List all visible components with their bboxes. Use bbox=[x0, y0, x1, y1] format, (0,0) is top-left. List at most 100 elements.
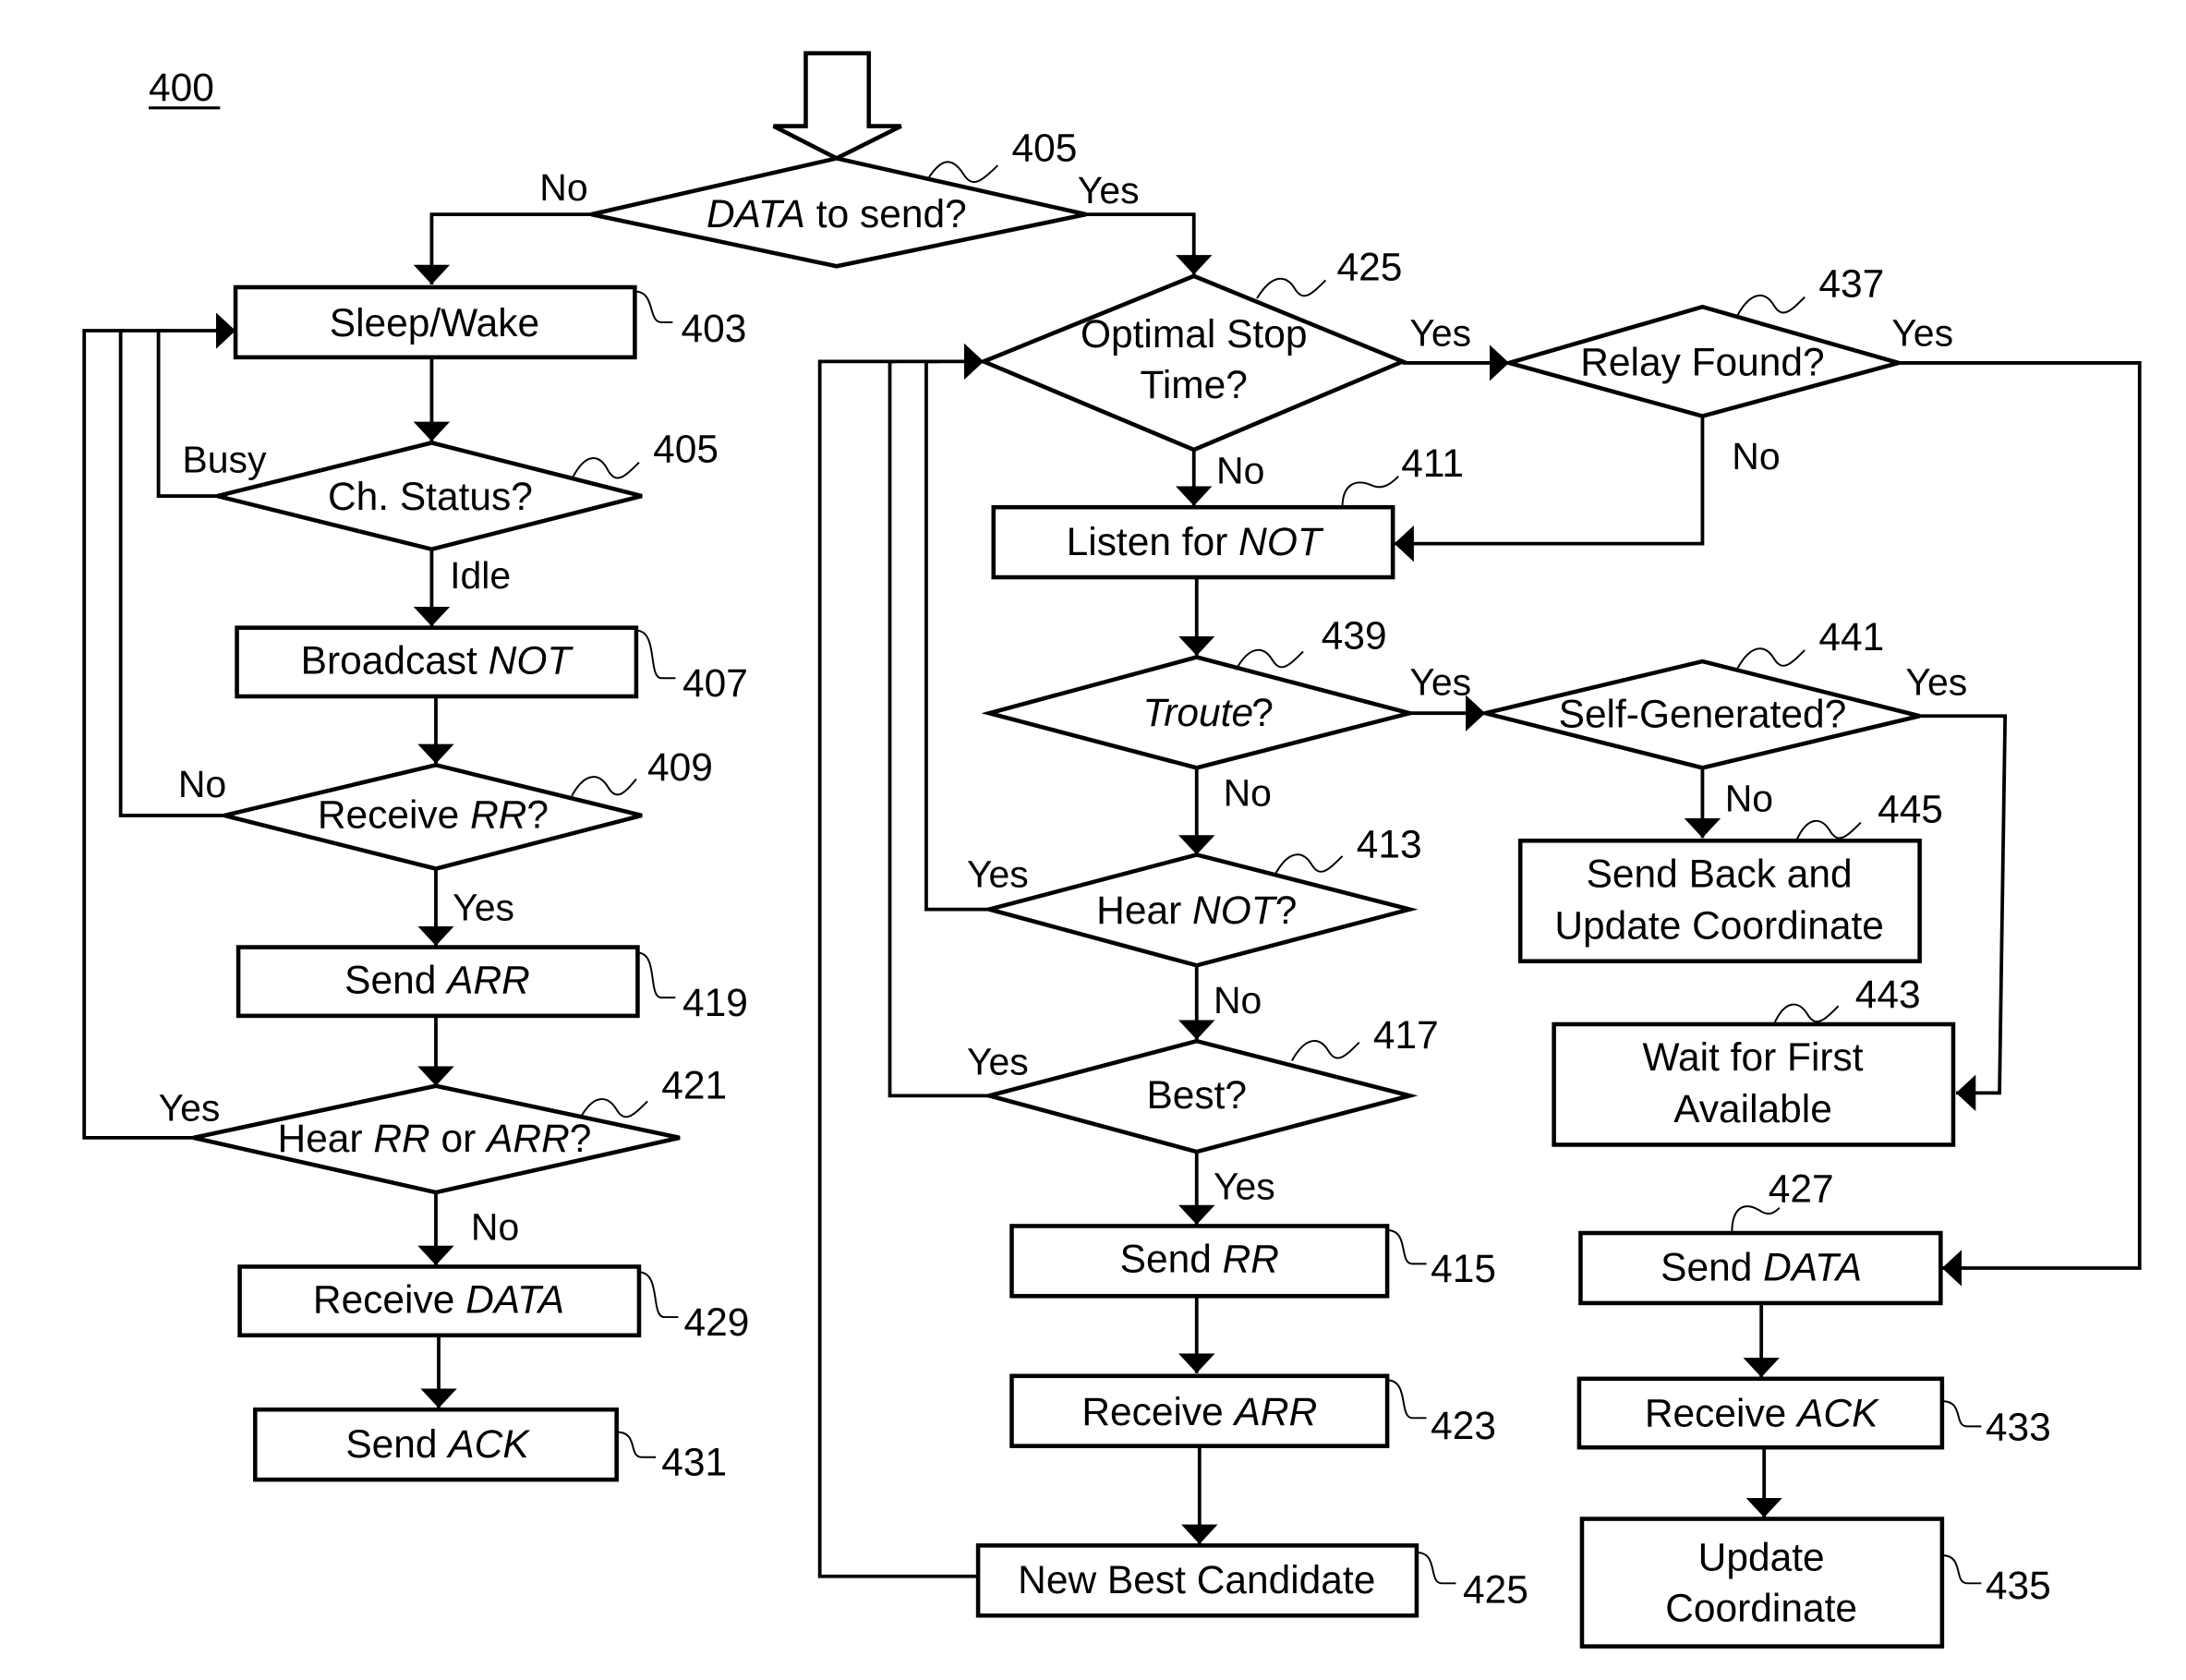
svg-text:Send ARR: Send ARR bbox=[344, 959, 530, 1002]
svg-text:Available: Available bbox=[1673, 1087, 1832, 1130]
process-receive-ack[interactable]: Receive ACK bbox=[1576, 1376, 1945, 1450]
svg-text:Sleep/Wake: Sleep/Wake bbox=[330, 301, 539, 344]
process-send-arr[interactable]: Send ARR bbox=[236, 945, 640, 1019]
flowchart-400: 400 DATA to send? 405 Sleep/Wake 403 Ch.… bbox=[82, 51, 2142, 1649]
label-no: No bbox=[1224, 771, 1272, 814]
ref-leader bbox=[579, 1098, 648, 1119]
edge-409-no bbox=[118, 329, 224, 817]
decision-data-to-send[interactable]: DATA to send? bbox=[590, 156, 1087, 269]
ref-leader bbox=[1256, 277, 1327, 299]
edge-417-no bbox=[888, 359, 990, 1098]
ref-leader bbox=[637, 951, 676, 999]
process-receive-arr[interactable]: Receive ARR bbox=[1009, 1373, 1390, 1448]
edge-405-yes bbox=[1085, 212, 1213, 275]
ref-leader bbox=[638, 1271, 679, 1319]
ref-431: 431 bbox=[661, 1441, 727, 1484]
svg-text:Hear RR or ARR?: Hear RR or ARR? bbox=[278, 1117, 592, 1160]
svg-text:Troute: Troute bbox=[1142, 691, 1253, 734]
svg-text:Send RR: Send RR bbox=[1120, 1238, 1279, 1281]
decision-self-generated[interactable]: Self-Generated? bbox=[1484, 659, 1921, 770]
ref-443: 443 bbox=[1855, 973, 1921, 1016]
ref-405b: 405 bbox=[653, 428, 719, 471]
process-update-coordinate[interactable]: Update Coordinate bbox=[1579, 1517, 1945, 1649]
label-yes: Yes bbox=[1409, 660, 1471, 703]
ref-leader bbox=[1736, 647, 1806, 670]
label-no: No bbox=[1725, 777, 1773, 819]
label-yes: No bbox=[1214, 979, 1262, 1021]
svg-text:DATA to send?: DATA to send? bbox=[707, 192, 967, 236]
ref-411: 411 bbox=[1401, 441, 1464, 485]
ref-435: 435 bbox=[1986, 1564, 2051, 1607]
ref-leader bbox=[1736, 294, 1806, 316]
decision-best[interactable]: Best? bbox=[981, 1038, 1419, 1154]
troute-qmark: ? bbox=[1251, 691, 1274, 734]
ref-leader bbox=[1291, 1040, 1360, 1061]
process-send-rr[interactable]: Send RR bbox=[1009, 1224, 1390, 1299]
process-new-best-candidate[interactable]: New Best Candidate bbox=[975, 1543, 1419, 1618]
decision-hear-not[interactable]: Hear NOT? bbox=[981, 852, 1419, 968]
ref-417: 417 bbox=[1373, 1013, 1439, 1057]
label-busy: Busy bbox=[182, 438, 267, 480]
process-send-data[interactable]: Send DATA bbox=[1578, 1230, 1943, 1306]
start-arrow bbox=[772, 51, 902, 161]
ref-441: 441 bbox=[1818, 615, 1884, 659]
process-wait-first-available[interactable]: Wait for First Available bbox=[1552, 1021, 1956, 1147]
decision-receive-rr[interactable]: Receive RR? bbox=[223, 762, 643, 871]
label-idle: Idle bbox=[450, 554, 511, 597]
decision-relay-found[interactable]: Relay Found? bbox=[1501, 304, 1907, 418]
label-yes: Yes bbox=[453, 887, 514, 929]
decision-hear-rr-or-arr[interactable]: Hear RR or ARR? bbox=[193, 1083, 681, 1195]
label-yes: Yes bbox=[1905, 660, 1967, 703]
edge-425b-loop bbox=[817, 359, 979, 1578]
figure-label: 400 bbox=[149, 66, 214, 109]
ref-leader bbox=[1772, 1003, 1840, 1025]
edge-413-no bbox=[924, 343, 990, 912]
svg-text:Receive RR?: Receive RR? bbox=[318, 793, 549, 837]
label-no: Yes bbox=[967, 1041, 1029, 1083]
label-yes: Yes bbox=[1078, 169, 1140, 212]
ref-leader bbox=[634, 290, 673, 323]
ref-leader bbox=[1941, 1553, 1982, 1585]
ref-421: 421 bbox=[661, 1063, 727, 1106]
ref-409: 409 bbox=[647, 745, 713, 789]
label-no: No bbox=[178, 763, 226, 805]
process-send-back-update[interactable]: Send Back and Update Coordinate bbox=[1517, 838, 1922, 964]
ref-leader bbox=[1274, 853, 1344, 876]
ref-407: 407 bbox=[682, 661, 748, 705]
ref-415: 415 bbox=[1431, 1247, 1496, 1290]
svg-text:Self-Generated?: Self-Generated? bbox=[1559, 692, 1847, 735]
process-broadcast-not[interactable]: Broadcast NOT bbox=[235, 625, 639, 699]
label-no: No bbox=[1732, 435, 1780, 477]
label-yes: Yes bbox=[159, 1087, 221, 1130]
label-no: No bbox=[539, 166, 587, 209]
ref-439: 439 bbox=[1322, 613, 1387, 657]
decision-optimal-stop-time[interactable]: Optimal Stop Time? bbox=[978, 273, 1408, 453]
svg-text:Hear NOT?: Hear NOT? bbox=[1096, 888, 1297, 932]
process-send-ack[interactable]: Send ACK bbox=[253, 1407, 619, 1482]
ref-leader bbox=[1941, 1400, 1982, 1428]
edge-405-no bbox=[413, 212, 592, 284]
decision-ch-status[interactable]: Ch. Status? bbox=[216, 441, 643, 552]
ref-413: 413 bbox=[1357, 822, 1422, 865]
edge-421-yes bbox=[82, 329, 194, 1140]
ref-403: 403 bbox=[681, 307, 746, 350]
process-receive-data[interactable]: Receive DATA bbox=[237, 1264, 642, 1338]
process-sleep-wake[interactable]: Sleep/Wake bbox=[233, 284, 637, 360]
ref-leader bbox=[635, 629, 676, 680]
ref-433: 433 bbox=[1986, 1406, 2051, 1449]
label-no: No bbox=[471, 1206, 519, 1249]
svg-text:Receive ARR: Receive ARR bbox=[1081, 1390, 1317, 1433]
svg-text:Relay Found?: Relay Found? bbox=[1580, 341, 1824, 384]
ref-423: 423 bbox=[1431, 1404, 1496, 1447]
label-yes: Yes bbox=[1409, 312, 1471, 355]
ref-425a: 425 bbox=[1336, 245, 1402, 288]
ref-429: 429 bbox=[684, 1300, 750, 1344]
svg-text:Update: Update bbox=[1698, 1536, 1825, 1579]
label-yes: Yes bbox=[1891, 312, 1953, 355]
ref-425b: 425 bbox=[1463, 1568, 1528, 1612]
ref-437: 437 bbox=[1818, 262, 1884, 306]
process-listen-for-not[interactable]: Listen for NOT bbox=[991, 504, 1395, 580]
svg-text:Receive DATA: Receive DATA bbox=[313, 1278, 564, 1322]
decision-troute[interactable]: Troute bbox=[981, 655, 1419, 770]
label-no: No bbox=[1216, 449, 1264, 491]
